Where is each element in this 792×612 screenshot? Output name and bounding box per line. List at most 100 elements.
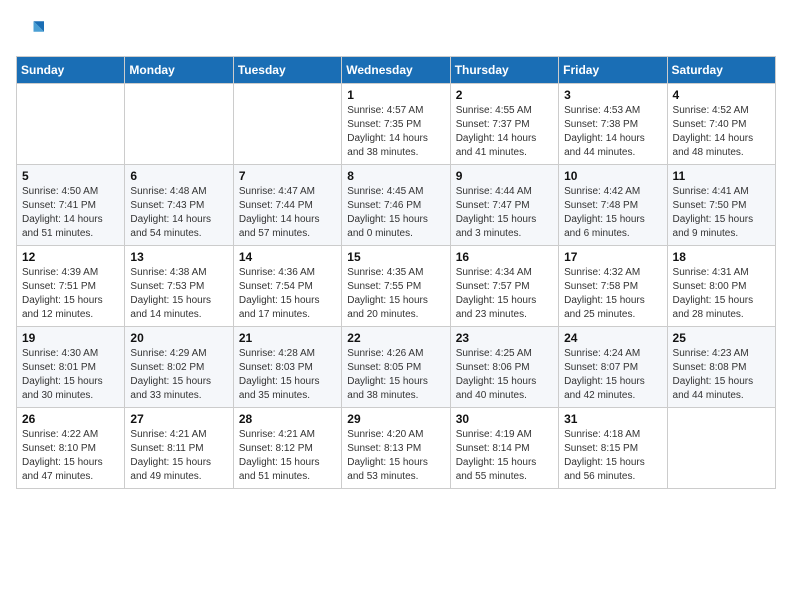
day-number: 20 <box>130 331 227 345</box>
calendar-day-cell <box>17 84 125 165</box>
calendar-day-cell: 30 Sunrise: 4:19 AMSunset: 8:14 PMDayligh… <box>450 408 558 489</box>
calendar-day-cell: 20 Sunrise: 4:29 AMSunset: 8:02 PMDayligh… <box>125 327 233 408</box>
day-number: 7 <box>239 169 336 183</box>
calendar-day-cell: 10 Sunrise: 4:42 AMSunset: 7:48 PMDayligh… <box>559 165 667 246</box>
day-info: Sunrise: 4:21 AMSunset: 8:11 PMDaylight:… <box>130 428 227 484</box>
calendar-day-cell: 4 Sunrise: 4:52 AMSunset: 7:40 PMDaylight… <box>667 84 775 165</box>
day-info: Sunrise: 4:45 AMSunset: 7:46 PMDaylight:… <box>347 185 444 241</box>
calendar-day-cell: 27 Sunrise: 4:21 AMSunset: 8:11 PMDayligh… <box>125 408 233 489</box>
calendar-day-cell: 12Sunrise: 4:39 AMSunset: 7:51 PMDayligh… <box>17 246 125 327</box>
calendar-day-cell: 11Sunrise: 4:41 AMSunset: 7:50 PMDayligh… <box>667 165 775 246</box>
logo-icon <box>16 16 44 44</box>
calendar-day-cell: 8 Sunrise: 4:45 AMSunset: 7:46 PMDaylight… <box>342 165 450 246</box>
day-info: Sunrise: 4:21 AMSunset: 8:12 PMDaylight:… <box>239 428 336 484</box>
calendar-day-cell: 28 Sunrise: 4:21 AMSunset: 8:12 PMDayligh… <box>233 408 341 489</box>
day-number: 16 <box>456 250 553 264</box>
day-info: Sunrise: 4:25 AMSunset: 8:06 PMDaylight:… <box>456 347 553 403</box>
weekday-header: Saturday <box>667 57 775 84</box>
weekday-header: Tuesday <box>233 57 341 84</box>
calendar-day-cell: 17 Sunrise: 4:32 AMSunset: 7:58 PMDayligh… <box>559 246 667 327</box>
day-info: Sunrise: 4:28 AMSunset: 8:03 PMDaylight:… <box>239 347 336 403</box>
calendar-week-row: 19 Sunrise: 4:30 AMSunset: 8:01 PMDayligh… <box>17 327 776 408</box>
day-number: 8 <box>347 169 444 183</box>
day-info: Sunrise: 4:52 AMSunset: 7:40 PMDaylight:… <box>673 104 770 160</box>
day-number: 13 <box>130 250 227 264</box>
day-number: 9 <box>456 169 553 183</box>
day-info: Sunrise: 4:20 AMSunset: 8:13 PMDaylight:… <box>347 428 444 484</box>
calendar-day-cell: 21Sunrise: 4:28 AMSunset: 8:03 PMDayligh… <box>233 327 341 408</box>
calendar-day-cell: 22 Sunrise: 4:26 AMSunset: 8:05 PMDayligh… <box>342 327 450 408</box>
day-number: 2 <box>456 88 553 102</box>
day-info: Sunrise: 4:55 AMSunset: 7:37 PMDaylight:… <box>456 104 553 160</box>
day-info: Sunrise: 4:38 AMSunset: 7:53 PMDaylight:… <box>130 266 227 322</box>
day-number: 15 <box>347 250 444 264</box>
day-info: Sunrise: 4:42 AMSunset: 7:48 PMDaylight:… <box>564 185 661 241</box>
calendar-day-cell: 25 Sunrise: 4:23 AMSunset: 8:08 PMDayligh… <box>667 327 775 408</box>
day-info: Sunrise: 4:44 AMSunset: 7:47 PMDaylight:… <box>456 185 553 241</box>
day-number: 18 <box>673 250 770 264</box>
day-number: 30 <box>456 412 553 426</box>
day-number: 19 <box>22 331 119 345</box>
day-number: 14 <box>239 250 336 264</box>
calendar-day-cell: 6Sunrise: 4:48 AMSunset: 7:43 PMDaylight… <box>125 165 233 246</box>
day-info: Sunrise: 4:32 AMSunset: 7:58 PMDaylight:… <box>564 266 661 322</box>
calendar-day-cell: 5 Sunrise: 4:50 AMSunset: 7:41 PMDaylight… <box>17 165 125 246</box>
day-number: 29 <box>347 412 444 426</box>
calendar-day-cell: 16 Sunrise: 4:34 AMSunset: 7:57 PMDayligh… <box>450 246 558 327</box>
day-number: 10 <box>564 169 661 183</box>
day-info: Sunrise: 4:36 AMSunset: 7:54 PMDaylight:… <box>239 266 336 322</box>
day-info: Sunrise: 4:23 AMSunset: 8:08 PMDaylight:… <box>673 347 770 403</box>
day-number: 22 <box>347 331 444 345</box>
weekday-header: Monday <box>125 57 233 84</box>
calendar-day-cell: 3 Sunrise: 4:53 AMSunset: 7:38 PMDaylight… <box>559 84 667 165</box>
day-number: 3 <box>564 88 661 102</box>
day-info: Sunrise: 4:41 AMSunset: 7:50 PMDaylight:… <box>673 185 770 241</box>
day-number: 25 <box>673 331 770 345</box>
weekday-header: Thursday <box>450 57 558 84</box>
day-number: 1 <box>347 88 444 102</box>
calendar-day-cell: 26Sunrise: 4:22 AMSunset: 8:10 PMDayligh… <box>17 408 125 489</box>
day-info: Sunrise: 4:35 AMSunset: 7:55 PMDaylight:… <box>347 266 444 322</box>
calendar-day-cell: 7 Sunrise: 4:47 AMSunset: 7:44 PMDaylight… <box>233 165 341 246</box>
day-info: Sunrise: 4:18 AMSunset: 8:15 PMDaylight:… <box>564 428 661 484</box>
calendar-week-row: 26Sunrise: 4:22 AMSunset: 8:10 PMDayligh… <box>17 408 776 489</box>
calendar-day-cell: 31 Sunrise: 4:18 AMSunset: 8:15 PMDayligh… <box>559 408 667 489</box>
day-info: Sunrise: 4:29 AMSunset: 8:02 PMDaylight:… <box>130 347 227 403</box>
day-info: Sunrise: 4:57 AMSunset: 7:35 PMDaylight:… <box>347 104 444 160</box>
day-info: Sunrise: 4:50 AMSunset: 7:41 PMDaylight:… <box>22 185 119 241</box>
day-info: Sunrise: 4:24 AMSunset: 8:07 PMDaylight:… <box>564 347 661 403</box>
day-info: Sunrise: 4:47 AMSunset: 7:44 PMDaylight:… <box>239 185 336 241</box>
day-info: Sunrise: 4:31 AMSunset: 8:00 PMDaylight:… <box>673 266 770 322</box>
day-number: 12 <box>22 250 119 264</box>
calendar-day-cell: 23 Sunrise: 4:25 AMSunset: 8:06 PMDayligh… <box>450 327 558 408</box>
day-number: 26 <box>22 412 119 426</box>
day-info: Sunrise: 4:19 AMSunset: 8:14 PMDaylight:… <box>456 428 553 484</box>
day-info: Sunrise: 4:34 AMSunset: 7:57 PMDaylight:… <box>456 266 553 322</box>
calendar-day-cell <box>125 84 233 165</box>
day-number: 28 <box>239 412 336 426</box>
day-number: 4 <box>673 88 770 102</box>
day-info: Sunrise: 4:48 AMSunset: 7:43 PMDaylight:… <box>130 185 227 241</box>
calendar-day-cell: 1 Sunrise: 4:57 AMSunset: 7:35 PMDaylight… <box>342 84 450 165</box>
calendar-day-cell: 13 Sunrise: 4:38 AMSunset: 7:53 PMDayligh… <box>125 246 233 327</box>
day-number: 5 <box>22 169 119 183</box>
weekday-header: Sunday <box>17 57 125 84</box>
weekday-header: Friday <box>559 57 667 84</box>
calendar-day-cell <box>667 408 775 489</box>
day-number: 23 <box>456 331 553 345</box>
calendar-week-row: 1 Sunrise: 4:57 AMSunset: 7:35 PMDaylight… <box>17 84 776 165</box>
calendar: SundayMondayTuesdayWednesdayThursdayFrid… <box>16 56 776 489</box>
day-info: Sunrise: 4:26 AMSunset: 8:05 PMDaylight:… <box>347 347 444 403</box>
calendar-day-cell: 2 Sunrise: 4:55 AMSunset: 7:37 PMDaylight… <box>450 84 558 165</box>
weekday-header: Wednesday <box>342 57 450 84</box>
day-number: 17 <box>564 250 661 264</box>
calendar-week-row: 5 Sunrise: 4:50 AMSunset: 7:41 PMDaylight… <box>17 165 776 246</box>
day-number: 24 <box>564 331 661 345</box>
day-number: 27 <box>130 412 227 426</box>
calendar-day-cell: 19 Sunrise: 4:30 AMSunset: 8:01 PMDayligh… <box>17 327 125 408</box>
day-info: Sunrise: 4:53 AMSunset: 7:38 PMDaylight:… <box>564 104 661 160</box>
day-info: Sunrise: 4:30 AMSunset: 8:01 PMDaylight:… <box>22 347 119 403</box>
calendar-day-cell: 24 Sunrise: 4:24 AMSunset: 8:07 PMDayligh… <box>559 327 667 408</box>
calendar-day-cell: 18 Sunrise: 4:31 AMSunset: 8:00 PMDayligh… <box>667 246 775 327</box>
day-number: 31 <box>564 412 661 426</box>
